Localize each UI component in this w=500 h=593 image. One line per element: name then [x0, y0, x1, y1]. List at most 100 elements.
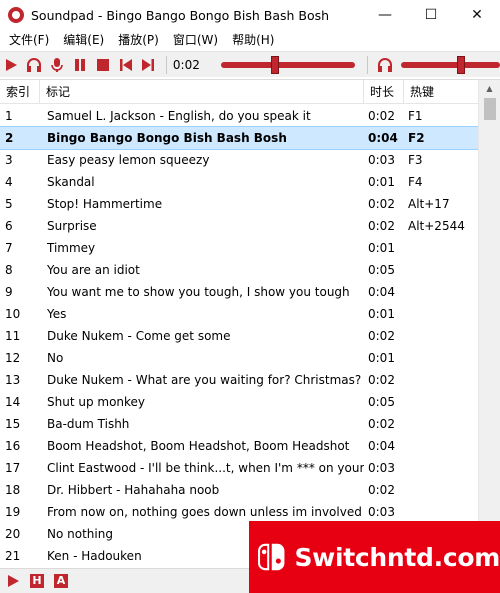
nintendo-switch-logo-icon	[258, 543, 285, 571]
menu-help[interactable]: 帮助(H)	[225, 30, 281, 50]
row-title: Dr. Hibbert - Hahahaha noob	[47, 483, 220, 497]
sound-row[interactable]: 16 Boom Headshot, Boom Headshot, Boom Hea…	[0, 435, 478, 457]
pause-button[interactable]	[69, 53, 92, 77]
row-title: Duke Nukem - What are you waiting for? C…	[47, 373, 362, 387]
hotkeys-toggle-button[interactable]: H	[28, 572, 46, 590]
sound-row[interactable]: 18 Dr. Hibbert - Hahahaha noob 0:02	[0, 479, 478, 501]
sound-row[interactable]: 3 Easy peasy lemon squeezy 0:03 F3	[0, 149, 478, 171]
row-duration: 0:03	[368, 461, 395, 475]
row-title: Bingo Bango Bongo Bish Bash Bosh	[47, 131, 287, 145]
column-header-duration[interactable]: 时长	[364, 80, 404, 104]
row-duration: 0:04	[368, 439, 395, 453]
play-icon	[8, 575, 19, 587]
scrollbar-thumb[interactable]	[484, 98, 496, 120]
row-index: 2	[5, 131, 14, 145]
column-header-title[interactable]: 标记	[40, 80, 364, 104]
toolbar-separator	[366, 55, 368, 74]
row-duration: 0:03	[368, 505, 395, 519]
row-index: 13	[5, 373, 21, 387]
play-button[interactable]	[0, 53, 23, 77]
row-duration: 0:01	[368, 307, 395, 321]
headphones-icon	[378, 57, 393, 72]
vertical-scrollbar[interactable]: ▲ ▼	[478, 80, 500, 568]
sound-row[interactable]: 11 Duke Nukem - Come get some 0:02	[0, 325, 478, 347]
previous-icon	[119, 58, 132, 71]
next-button[interactable]	[137, 53, 160, 77]
row-index: 7	[5, 241, 13, 255]
sound-row[interactable]: 6 Surprise 0:02 Alt+2544	[0, 215, 478, 237]
row-duration: 0:01	[368, 175, 395, 189]
toolbar: 0:02	[0, 51, 500, 77]
row-duration: 0:04	[368, 131, 398, 145]
row-index: 12	[5, 351, 21, 365]
status-play-button[interactable]	[4, 572, 22, 590]
sound-row[interactable]: 9 You want me to show you tough, I show y…	[0, 281, 478, 303]
sound-row[interactable]: 7 Timmey 0:01	[0, 237, 478, 259]
row-index: 5	[5, 197, 13, 211]
sound-row[interactable]: 10 Yes 0:01	[0, 303, 478, 325]
sound-row[interactable]: 2 Bingo Bango Bongo Bish Bash Bosh 0:04 F2	[0, 126, 479, 150]
list-header: 索引 标记 时长 热键	[0, 80, 478, 104]
volume-headphones-button[interactable]	[374, 53, 397, 77]
sound-row[interactable]: 1 Samuel L. Jackson - English, do you spe…	[0, 105, 478, 127]
play-to-headphones-button[interactable]	[23, 53, 46, 77]
volume-slider[interactable]	[400, 55, 500, 74]
volume-slider-thumb[interactable]	[456, 55, 465, 74]
menu-file[interactable]: 文件(F)	[2, 30, 56, 50]
row-index: 11	[5, 329, 21, 343]
row-duration: 0:02	[368, 373, 395, 387]
row-title: From now on, nothing goes down unless im…	[47, 505, 362, 519]
sound-row[interactable]: 4 Skandal 0:01 F4	[0, 171, 478, 193]
sound-row[interactable]: 15 Ba-dum Tishh 0:02	[0, 413, 478, 435]
scroll-up-icon[interactable]: ▲	[479, 80, 500, 97]
column-header-index[interactable]: 索引	[0, 80, 40, 104]
sound-row[interactable]: 17 Clint Eastwood - I'll be think...t, wh…	[0, 457, 478, 479]
menu-edit[interactable]: 编辑(E)	[56, 30, 111, 50]
maximize-button[interactable]: ☐	[408, 0, 454, 30]
row-title: No	[47, 351, 64, 365]
row-hotkey: F3	[408, 153, 423, 167]
maximize-icon: ☐	[424, 7, 438, 23]
menu-window[interactable]: 窗口(W)	[166, 30, 225, 50]
minimize-icon: —	[378, 7, 392, 23]
row-title: You want me to show you tough, I show yo…	[47, 285, 350, 299]
previous-button[interactable]	[114, 53, 137, 77]
sound-row[interactable]: 5 Stop! Hammertime 0:02 Alt+17	[0, 193, 478, 215]
title-bar: Soundpad - Bingo Bango Bongo Bish Bash B…	[0, 0, 500, 30]
row-hotkey: Alt+2544	[408, 219, 465, 233]
minimize-button[interactable]: —	[362, 0, 408, 30]
menu-play[interactable]: 播放(P)	[111, 30, 166, 50]
sound-row[interactable]: 13 Duke Nukem - What are you waiting for?…	[0, 369, 478, 391]
sound-row[interactable]: 19 From now on, nothing goes down unless …	[0, 501, 478, 523]
column-header-hotkey[interactable]: 热键	[404, 80, 478, 104]
row-title: Duke Nukem - Come get some	[47, 329, 231, 343]
autoplay-toggle-button[interactable]: A	[52, 572, 70, 590]
sound-row[interactable]: 8 You are an idiot 0:05	[0, 259, 478, 281]
sound-row[interactable]: 12 No 0:01	[0, 347, 478, 369]
autoplay-icon: A	[54, 574, 68, 588]
row-duration: 0:01	[368, 351, 395, 365]
row-hotkey: Alt+17	[408, 197, 450, 211]
stop-icon	[96, 58, 109, 71]
next-icon	[142, 58, 155, 71]
menu-bar: 文件(F) 编辑(E) 播放(P) 窗口(W) 帮助(H)	[0, 30, 500, 50]
row-index: 14	[5, 395, 21, 409]
row-index: 8	[5, 263, 13, 277]
playback-progress-slider[interactable]	[220, 55, 355, 74]
row-duration: 0:01	[368, 241, 395, 255]
row-title: Stop! Hammertime	[47, 197, 163, 211]
sound-row[interactable]: 14 Shut up monkey 0:05	[0, 391, 478, 413]
play-to-microphone-button[interactable]	[46, 53, 69, 77]
soundpad-app-icon	[8, 7, 24, 23]
row-index: 6	[5, 219, 13, 233]
progress-slider-thumb[interactable]	[270, 55, 279, 74]
row-duration: 0:05	[368, 395, 395, 409]
stop-button[interactable]	[91, 53, 114, 77]
close-button[interactable]: ✕	[454, 0, 500, 30]
watermark: Switchntd.com	[249, 521, 500, 593]
row-index: 21	[5, 549, 21, 563]
watermark-text: Switchntd.com	[294, 542, 500, 572]
row-hotkey: F4	[408, 175, 423, 189]
row-duration: 0:05	[368, 263, 395, 277]
playback-time: 0:02	[172, 57, 200, 72]
